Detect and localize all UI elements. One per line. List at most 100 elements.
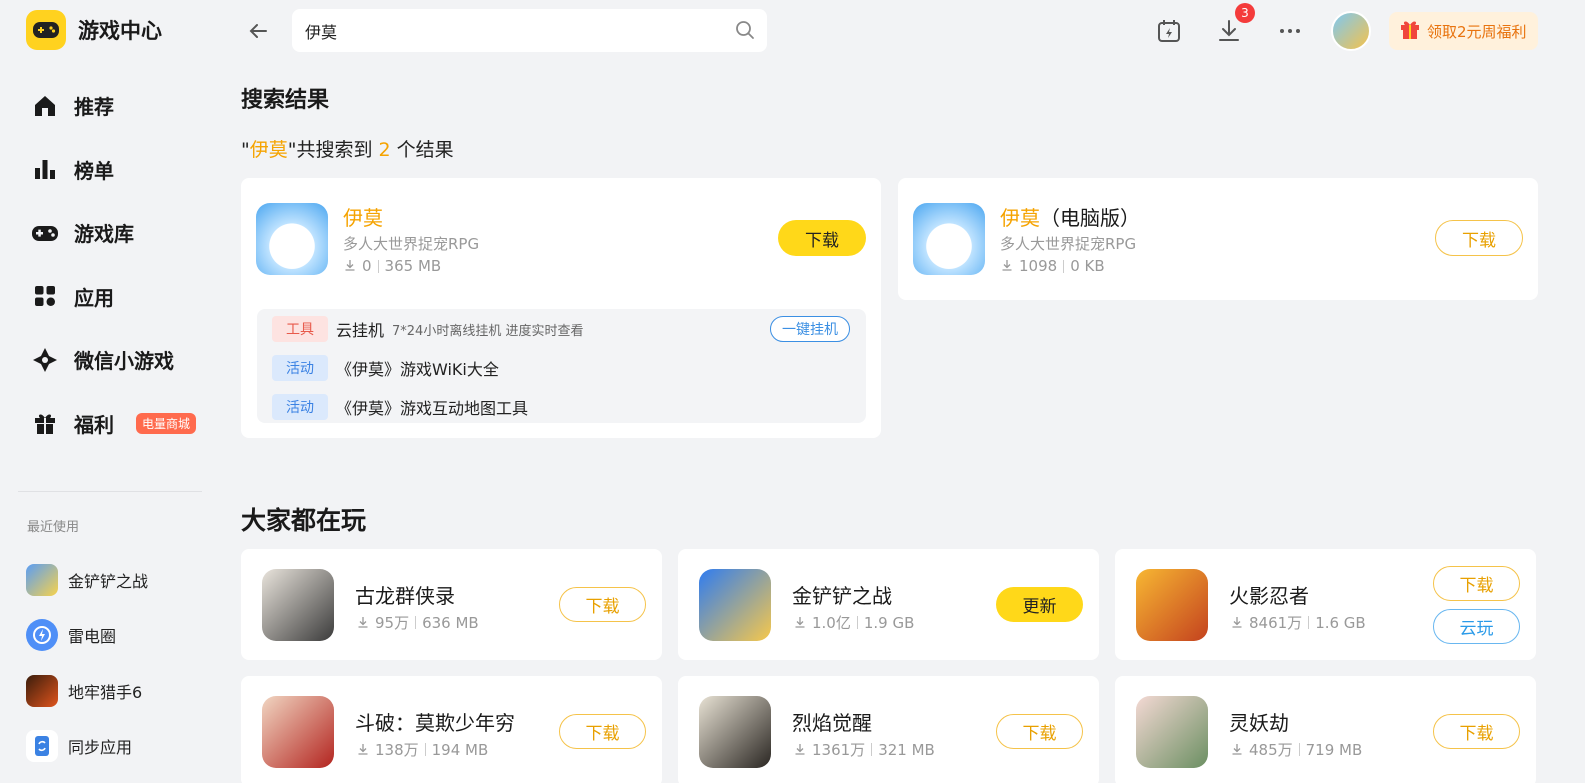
cloud-play-button[interactable]: 云玩 [1433, 609, 1520, 644]
sidebar-item-label: 游戏库 [74, 222, 134, 247]
download-button[interactable]: 下载 [1433, 714, 1520, 749]
file-size: 0 KB [1070, 257, 1105, 275]
brand[interactable]: 游戏中心 [26, 10, 162, 50]
download-count-icon [1231, 614, 1243, 632]
game-name: 古龙群侠录 [355, 584, 455, 608]
download-count-icon [794, 741, 806, 759]
game-card[interactable]: 斗破：莫欺少年穷 138万 194 MB 下载 [241, 676, 662, 783]
game-icon [262, 696, 334, 768]
sidebar-item-welfare[interactable]: 福利 电量商城 [30, 392, 197, 456]
recent-item-label: 雷电圈 [68, 627, 117, 647]
sidebar-item-recommend[interactable]: 推荐 [30, 74, 196, 138]
gift-icon [30, 408, 60, 438]
recent-item[interactable]: 同步应用 [26, 719, 148, 775]
game-icon [1136, 696, 1208, 768]
back-arrow-icon[interactable] [246, 19, 270, 43]
game-meta: 138万 194 MB [357, 739, 488, 760]
one-click-hangup-button[interactable]: 一键挂机 [770, 316, 850, 342]
download-count-badge: 3 [1235, 3, 1255, 23]
welfare-label: 领取2元周福利 [1427, 22, 1527, 41]
game-meta: 1361万 321 MB [794, 739, 935, 760]
calendar-icon[interactable] [1156, 18, 1182, 44]
home-icon [30, 91, 60, 121]
game-thumbnail-icon [26, 674, 58, 707]
download-count-icon [357, 614, 369, 632]
game-card[interactable]: 火影忍者 8461万 1.6 GB 下载 云玩 [1115, 549, 1536, 660]
recent-item-label: 地牢猎手6 [68, 682, 143, 702]
file-size: 321 MB [878, 740, 935, 759]
game-subtitle: 多人大世界捉宠RPG [343, 235, 480, 253]
sidebar-item-charts[interactable]: 榜单 [30, 138, 196, 202]
divider [424, 743, 426, 756]
game-icon [1136, 569, 1208, 641]
game-icon [699, 696, 771, 768]
download-count: 138万 [375, 741, 419, 759]
gamepad-logo-icon [26, 10, 66, 50]
divider [415, 616, 417, 629]
game-card[interactable]: 金铲铲之战 1.0亿 1.9 GB 更新 [678, 549, 1099, 660]
recent-item-label: 金铲铲之战 [68, 571, 149, 591]
sidebar-item-label: 微信小游戏 [74, 349, 174, 374]
search-icon[interactable] [735, 20, 755, 40]
game-card[interactable]: 烈焰觉醒 1361万 321 MB 下载 [678, 676, 1099, 783]
recent-item[interactable]: 地牢猎手6 [26, 663, 148, 719]
tag-tool: 工具 [272, 316, 328, 342]
more-icon[interactable] [1277, 18, 1303, 44]
result-card[interactable]: 伊莫（电脑版） 多人大世界捉宠RPG 1098 0 KB 下载 [898, 178, 1538, 300]
extra-row[interactable]: 工具 云挂机 7*24小时离线挂机 进度实时查看 [272, 316, 583, 342]
download-count: 95万 [375, 614, 410, 632]
download-button[interactable]: 下载 [559, 714, 646, 749]
download-count: 1.0亿 [812, 614, 851, 632]
welfare-button[interactable]: 领取2元周福利 [1389, 12, 1538, 50]
divider [856, 616, 858, 629]
recent-item[interactable]: 金铲铲之战 [26, 552, 148, 608]
game-card[interactable]: 灵妖劫 485万 719 MB 下载 [1115, 676, 1536, 783]
game-name: 伊莫 [343, 206, 383, 230]
file-size: 719 MB [1305, 740, 1363, 759]
sync-app-icon [26, 730, 58, 763]
game-card[interactable]: 古龙群侠录 95万 636 MB 下载 [241, 549, 662, 660]
divider [18, 491, 202, 492]
download-button[interactable]: 下载 [996, 714, 1083, 749]
divider [871, 743, 873, 756]
result-card[interactable]: 伊莫 多人大世界捉宠RPG 0 365 MB 下载 工具 云挂机 7*24小时离… [241, 178, 881, 438]
summary-text: 个结果 [390, 139, 454, 161]
download-count-icon [1231, 741, 1243, 759]
sidebar-item-wechat-games[interactable]: 微信小游戏 [30, 328, 196, 392]
download-count: 8461万 [1249, 614, 1303, 632]
extra-desc: 7*24小时离线挂机 进度实时查看 [392, 323, 584, 339]
download-count: 0 [362, 257, 372, 275]
store-badge: 电量商城 [136, 412, 197, 434]
game-meta: 0 365 MB [344, 257, 441, 275]
extra-title: 《伊莫》游戏WiKi大全 [336, 360, 499, 379]
extra-title: 云挂机 [336, 321, 385, 340]
extras-panel: 工具 云挂机 7*24小时离线挂机 进度实时查看 一键挂机 活动 《伊莫》游戏W… [257, 309, 866, 423]
game-name: 灵妖劫 [1229, 711, 1289, 735]
search-box [292, 9, 767, 52]
game-name: 斗破：莫欺少年穷 [355, 711, 515, 735]
game-name-suffix: （电脑版） [1040, 206, 1140, 230]
sidebar-item-game-library[interactable]: 游戏库 [30, 201, 196, 265]
update-button[interactable]: 更新 [996, 587, 1083, 622]
extra-row[interactable]: 活动 《伊莫》游戏互动地图工具 [272, 394, 528, 420]
popular-heading: 大家都在玩 [241, 506, 367, 535]
sidebar: 游戏中心 推荐 榜单 游戏库 应用 微信小游戏 福利 电量商城 最近使用 金铲铲… [0, 0, 220, 783]
download-count: 1361万 [812, 741, 866, 759]
download-count-icon [357, 741, 369, 759]
extra-row[interactable]: 活动 《伊莫》游戏WiKi大全 [272, 355, 499, 381]
download-button[interactable]: 下载 [1435, 220, 1523, 256]
avatar[interactable] [1331, 11, 1371, 51]
download-button[interactable]: 下载 [559, 587, 646, 622]
download-icon[interactable] [1216, 18, 1242, 44]
download-button[interactable]: 下载 [778, 220, 866, 256]
search-input[interactable] [292, 9, 712, 52]
divider [1298, 743, 1300, 756]
recent-item[interactable]: 雷电圈 [26, 608, 148, 664]
file-size: 1.9 GB [863, 613, 915, 632]
game-icon [262, 569, 334, 641]
download-button[interactable]: 下载 [1433, 566, 1520, 601]
results-heading: 搜索结果 [241, 88, 330, 113]
extra-title: 《伊莫》游戏互动地图工具 [336, 399, 529, 418]
game-meta: 485万 719 MB [1231, 739, 1362, 760]
sidebar-item-apps[interactable]: 应用 [30, 265, 196, 329]
